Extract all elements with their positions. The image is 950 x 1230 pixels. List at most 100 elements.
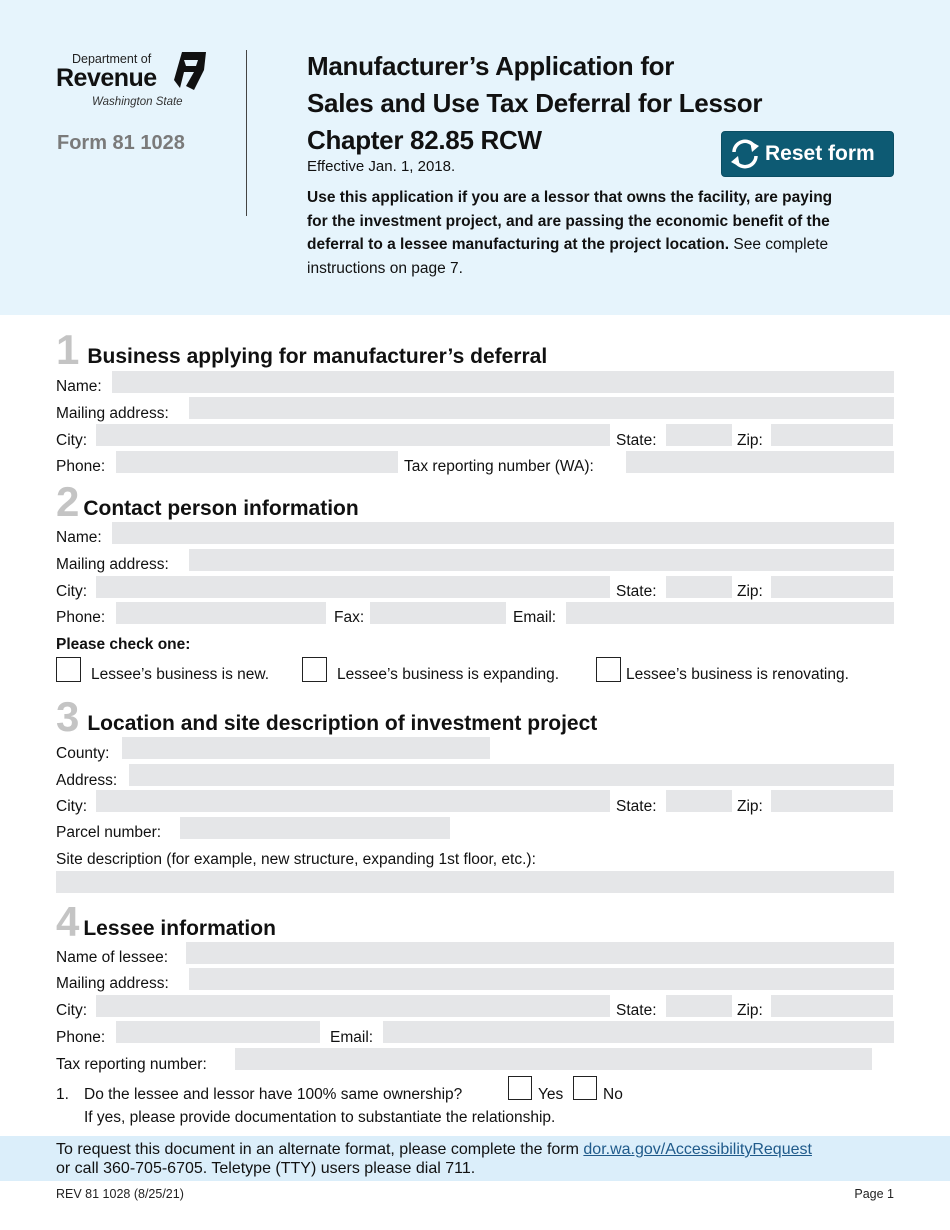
s4-mailing-label: Mailing address:	[56, 975, 169, 992]
s4-email-field[interactable]	[383, 1021, 894, 1043]
s3-state-label: State:	[616, 798, 657, 815]
form-number: Form 81 1028	[57, 132, 185, 154]
lessee-expanding-checkbox[interactable]	[302, 657, 327, 682]
title-line: Chapter 82.85 RCW	[307, 125, 542, 155]
s4-state-label: State:	[616, 1002, 657, 1019]
s1-name-field[interactable]	[112, 371, 894, 393]
lessee-renovating-label: Lessee’s business is renovating.	[626, 666, 849, 683]
section-1-header: 1 Business applying for manufacturer’s d…	[56, 326, 548, 373]
s4-name-field[interactable]	[186, 942, 894, 964]
ownership-yes-checkbox[interactable]	[508, 1076, 532, 1100]
s4-zip-label: Zip:	[737, 1002, 763, 1019]
s1-state-label: State:	[616, 432, 657, 449]
s1-mailing-label: Mailing address:	[56, 405, 169, 422]
s1-city-label: City:	[56, 432, 87, 449]
form-title: Manufacturer’s Application for Sales and…	[307, 48, 762, 159]
effective-date: Effective Jan. 1, 2018.	[307, 158, 456, 175]
s4-city-label: City:	[56, 1002, 87, 1019]
s4-tax-label: Tax reporting number:	[56, 1056, 207, 1073]
s1-tax-field[interactable]	[626, 451, 894, 473]
question-number: 1.	[56, 1086, 69, 1103]
s1-tax-label: Tax reporting number (WA):	[404, 458, 594, 475]
logo-state-text: Washington State	[92, 96, 183, 108]
s3-city-field[interactable]	[96, 790, 610, 812]
intro-text: Use this application if you are a lessor…	[307, 186, 847, 280]
section-title: Business applying for manufacturer’s def…	[87, 345, 548, 368]
lessee-new-label: Lessee’s business is new.	[91, 666, 270, 683]
section-title: Lessee information	[83, 917, 276, 940]
ownership-no-label: No	[603, 1086, 623, 1103]
s2-mailing-label: Mailing address:	[56, 556, 169, 573]
s2-phone-field[interactable]	[116, 602, 326, 624]
lessee-renovating-checkbox[interactable]	[596, 657, 621, 682]
s2-fax-label: Fax:	[334, 609, 365, 626]
s2-state-label: State:	[616, 583, 657, 600]
section-number: 2	[56, 478, 80, 525]
ownership-no-checkbox[interactable]	[573, 1076, 597, 1100]
section-number: 3	[56, 693, 80, 740]
s2-mailing-field[interactable]	[189, 549, 894, 571]
s1-zip-field[interactable]	[771, 424, 893, 446]
s1-phone-label: Phone:	[56, 458, 106, 475]
s1-name-label: Name:	[56, 378, 102, 395]
ownership-note: If yes, please provide documentation to …	[84, 1109, 556, 1126]
s4-mailing-field[interactable]	[189, 968, 894, 990]
s4-zip-field[interactable]	[771, 995, 893, 1017]
reset-form-label: Reset form	[765, 142, 875, 165]
refresh-icon	[731, 139, 759, 169]
s2-phone-label: Phone:	[56, 609, 106, 626]
s3-parcel-label: Parcel number:	[56, 824, 162, 841]
accessibility-text-before: To request this document in an alternate…	[56, 1141, 584, 1158]
lessee-new-checkbox[interactable]	[56, 657, 81, 682]
s2-zip-label: Zip:	[737, 583, 763, 600]
s3-parcel-field[interactable]	[180, 817, 450, 839]
s3-zip-field[interactable]	[771, 790, 893, 812]
title-line: Sales and Use Tax Deferral for Lessor	[307, 88, 763, 118]
check-one-heading: Please check one:	[56, 636, 191, 653]
s3-county-field[interactable]	[122, 737, 490, 759]
s2-city-label: City:	[56, 583, 87, 600]
header-divider	[246, 50, 247, 216]
revision-code: REV 81 1028 (8/25/21)	[56, 1187, 184, 1201]
s2-name-field[interactable]	[112, 522, 894, 544]
s1-phone-field[interactable]	[116, 451, 398, 473]
s1-mailing-field[interactable]	[189, 397, 894, 419]
logo-revenue-text: Revenue	[56, 64, 157, 92]
ownership-yes-label: Yes	[538, 1086, 564, 1103]
s3-city-label: City:	[56, 798, 87, 815]
s3-address-label: Address:	[56, 772, 118, 789]
s3-zip-label: Zip:	[737, 798, 763, 815]
page-number: Page 1	[854, 1187, 894, 1201]
s4-email-label: Email:	[330, 1029, 374, 1046]
s2-state-field[interactable]	[666, 576, 732, 598]
header-band: Department of Revenue Washington State F…	[0, 0, 950, 315]
section-title: Location and site description of investm…	[87, 712, 598, 735]
s4-tax-field[interactable]	[235, 1048, 872, 1070]
dor-logo: Department of Revenue Washington State	[56, 50, 216, 114]
s2-name-label: Name:	[56, 529, 102, 546]
s2-zip-field[interactable]	[771, 576, 893, 598]
form-page: Department of Revenue Washington State F…	[0, 0, 950, 1230]
accessibility-request-link[interactable]: dor.wa.gov/AccessibilityRequest	[583, 1141, 812, 1158]
dor-emblem-icon	[174, 52, 206, 90]
s2-email-field[interactable]	[566, 602, 894, 624]
s3-site-field[interactable]	[56, 871, 894, 893]
s2-city-field[interactable]	[96, 576, 610, 598]
s3-address-field[interactable]	[129, 764, 894, 786]
s3-state-field[interactable]	[666, 790, 732, 812]
s4-state-field[interactable]	[666, 995, 732, 1017]
s1-city-field[interactable]	[96, 424, 610, 446]
section-number: 1	[56, 326, 80, 373]
s4-phone-label: Phone:	[56, 1029, 106, 1046]
s4-city-field[interactable]	[96, 995, 610, 1017]
s1-zip-label: Zip:	[737, 432, 763, 449]
section-3-header: 3 Location and site description of inves…	[56, 693, 598, 740]
section-title: Contact person information	[83, 497, 359, 520]
s3-site-label: Site description (for example, new struc…	[56, 851, 536, 868]
s1-state-field[interactable]	[666, 424, 732, 446]
s2-fax-field[interactable]	[370, 602, 506, 624]
s4-phone-field[interactable]	[116, 1021, 320, 1043]
reset-form-button[interactable]: Reset form	[721, 131, 894, 177]
ownership-question: Do the lessee and lessor have 100% same …	[84, 1086, 463, 1103]
accessibility-text-after: or call 360-705-6705. Teletype (TTY) use…	[56, 1160, 476, 1177]
